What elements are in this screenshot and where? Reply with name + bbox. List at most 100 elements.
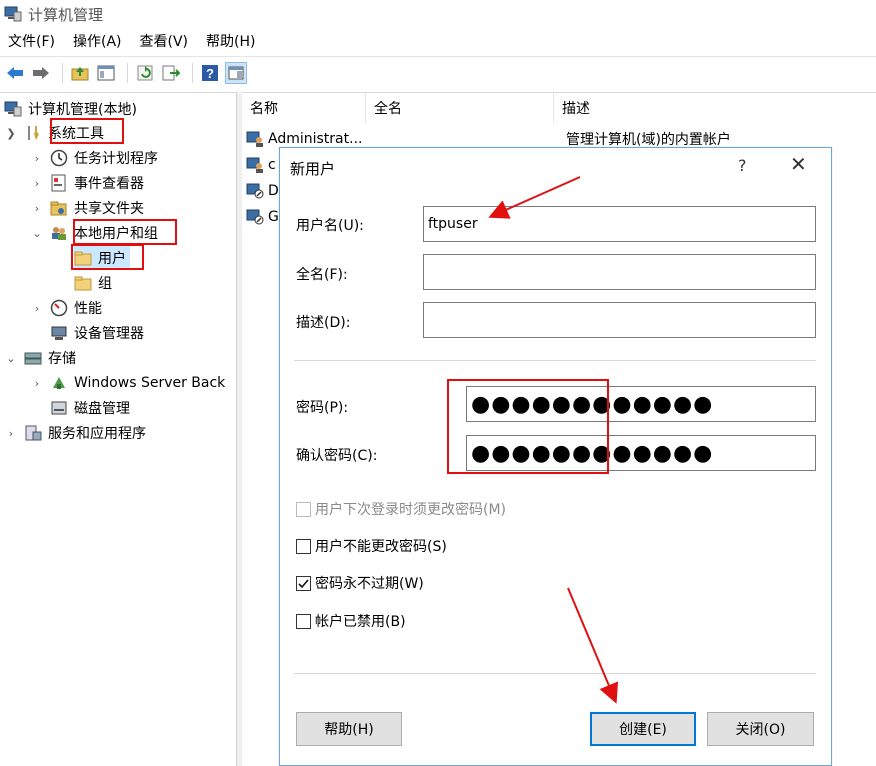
password-never-expires-checkbox[interactable]: 密码永不过期(W) (296, 573, 424, 593)
checkbox-box (296, 538, 311, 554)
tree-item-shared-folders[interactable]: › 共享文件夹 (30, 196, 144, 220)
export-list-icon[interactable] (160, 62, 182, 84)
chevron-right-icon[interactable]: › (30, 177, 44, 190)
tools-icon (24, 124, 42, 142)
tree-label: 组 (98, 276, 112, 292)
checkbox-box (296, 501, 311, 517)
show-hide-tree-icon[interactable] (95, 62, 117, 84)
title-bar: 计算机管理 (0, 0, 876, 28)
must-change-password-checkbox[interactable]: 用户下次登录时须更改密码(M) (296, 499, 506, 519)
window-title: 计算机管理 (28, 5, 104, 24)
checkbox-label: 帐户已禁用(B) (315, 614, 406, 630)
help-icon[interactable]: ? (738, 156, 747, 175)
tree-item-users[interactable]: 用户 (74, 246, 130, 270)
tree-item-performance[interactable]: › 性能 (30, 296, 102, 320)
chevron-right-icon[interactable]: › (30, 302, 44, 315)
tree-item-task-scheduler[interactable]: › 任务计划程序 (30, 146, 158, 170)
backup-icon (50, 374, 68, 392)
cannot-change-password-checkbox[interactable]: 用户不能更改密码(S) (296, 536, 447, 556)
fullname-field[interactable] (423, 254, 816, 290)
fullname-label: 全名(F): (296, 267, 348, 283)
column-header-fullname[interactable]: 全名 (366, 93, 554, 123)
device-manager-icon (50, 324, 68, 342)
close-button[interactable]: 关闭(O) (707, 712, 814, 746)
refresh-icon[interactable] (134, 62, 156, 84)
toolbar-separator (62, 62, 63, 83)
tree-item-system-tools[interactable]: ❯ 系统工具 (4, 121, 104, 145)
tree-item-windows-server-backup[interactable]: › Windows Server Back (30, 371, 226, 395)
confirm-password-label: 确认密码(C): (296, 448, 378, 464)
tree-label: 存储 (48, 351, 76, 367)
checkbox-label: 密码永不过期(W) (315, 576, 424, 592)
create-button[interactable]: 创建(E) (590, 712, 696, 746)
tree-label: 设备管理器 (74, 326, 144, 342)
chevron-right-icon[interactable]: › (4, 427, 18, 440)
checkbox-box (296, 575, 311, 591)
tree-label: 本地用户和组 (74, 226, 158, 242)
tree-label: 性能 (74, 301, 102, 317)
console-tree: 计算机管理(本地) ❯ 系统工具 › 任务计划程序 › 事件查看器 › 共享文件… (0, 92, 236, 766)
chevron-down-icon[interactable]: ⌄ (4, 352, 18, 365)
toolbar-separator (127, 62, 128, 83)
computer-management-icon (4, 100, 22, 118)
description-field[interactable] (423, 302, 816, 338)
storage-icon (24, 349, 42, 367)
tree-item-groups[interactable]: 组 (74, 271, 112, 295)
tree-label: 任务计划程序 (74, 151, 158, 167)
tree-label: 计算机管理(本地) (28, 102, 137, 118)
chevron-down-icon[interactable]: ❯ (4, 127, 18, 140)
close-icon[interactable]: ✕ (790, 152, 807, 176)
menu-view[interactable]: 查看(V) (140, 31, 189, 51)
toolbar-separator (192, 62, 193, 83)
password-label: 密码(P): (296, 400, 349, 416)
user-disabled-icon (246, 183, 264, 199)
column-header-name[interactable]: 名称 (242, 93, 366, 123)
user-icon (246, 157, 264, 173)
menu-bar: 文件(F) 操作(A) 查看(V) 帮助(H) (0, 28, 876, 54)
svg-text:?: ? (206, 66, 214, 81)
computer-management-icon (4, 6, 22, 22)
cell-description: 管理计算机(域)的内置帐户 (566, 132, 731, 148)
account-disabled-checkbox[interactable]: 帐户已禁用(B) (296, 611, 406, 631)
cell-name: G (268, 209, 279, 225)
tree-item-local-users-groups[interactable]: ⌄ 本地用户和组 (30, 221, 158, 245)
folder-icon (74, 274, 92, 292)
cell-name: Administrat... (268, 131, 363, 147)
column-header-description[interactable]: 描述 (554, 93, 876, 123)
table-row[interactable]: D (242, 179, 282, 203)
chevron-right-icon[interactable]: › (30, 377, 44, 390)
tree-label: 磁盘管理 (74, 401, 130, 417)
back-icon[interactable] (4, 62, 26, 84)
help-icon[interactable]: ? (199, 62, 221, 84)
tree-item-device-manager[interactable]: 设备管理器 (50, 321, 144, 345)
confirm-password-field[interactable]: ●●●●●●●●●●●● (466, 435, 816, 471)
chevron-right-icon[interactable]: › (30, 152, 44, 165)
tree-label: 用户 (98, 251, 126, 267)
tree-item-services-apps[interactable]: › 服务和应用程序 (4, 421, 146, 445)
menu-help[interactable]: 帮助(H) (206, 31, 255, 51)
chevron-right-icon[interactable]: › (30, 202, 44, 215)
tree-item-event-viewer[interactable]: › 事件查看器 (30, 171, 144, 195)
tree-item-disk-management[interactable]: 磁盘管理 (50, 396, 130, 420)
show-hide-action-pane-icon[interactable] (225, 61, 247, 84)
table-row[interactable]: G (242, 205, 282, 229)
menu-file[interactable]: 文件(F) (8, 31, 55, 51)
cell-name: D (268, 183, 279, 199)
menu-action[interactable]: 操作(A) (73, 31, 122, 51)
description-label: 描述(D): (296, 315, 351, 331)
username-field[interactable]: ftpuser (423, 206, 816, 242)
up-folder-icon[interactable] (69, 62, 91, 84)
tree-label: 事件查看器 (74, 176, 144, 192)
folder-icon (74, 249, 92, 267)
tree-item-storage[interactable]: ⌄ 存储 (4, 346, 76, 370)
chevron-down-icon[interactable]: ⌄ (30, 227, 44, 240)
table-row[interactable]: c (242, 153, 282, 177)
checkbox-box (296, 613, 311, 629)
help-button[interactable]: 帮助(H) (296, 712, 402, 746)
event-viewer-icon (50, 174, 68, 192)
column-label: 描述 (562, 101, 590, 117)
password-field[interactable]: ●●●●●●●●●●●● (466, 386, 816, 422)
dialog-divider (294, 360, 816, 361)
forward-icon[interactable] (30, 62, 52, 84)
tree-item-root[interactable]: 计算机管理(本地) (4, 97, 137, 121)
